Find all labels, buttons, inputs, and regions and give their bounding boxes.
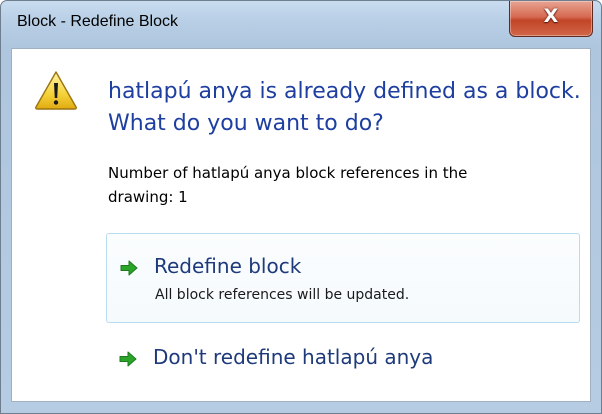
reference-count-line-1: Number of hatlapú anya block references … [108, 164, 468, 182]
dont-redefine-label: Don't redefine hatlapú anya [153, 345, 434, 369]
window-bottom-border [1, 402, 601, 413]
reference-count-line-2: drawing: 1 [108, 188, 188, 206]
dialog-content: hatlapú anya is already defined as a blo… [11, 48, 591, 402]
dialog-heading-line-1: hatlapú anya is already defined as a blo… [108, 79, 581, 104]
dont-redefine-option[interactable]: Don't redefine hatlapú anya [106, 335, 580, 383]
warning-icon [35, 71, 77, 110]
redefine-block-dialog: Block - Redefine Block X hatlapú anya is… [0, 0, 602, 414]
dialog-heading-line-2: What do you want to do? [108, 111, 384, 136]
redefine-block-option[interactable]: Redefine block All block references will… [106, 233, 580, 323]
green-arrow-icon [119, 351, 137, 367]
title-bar[interactable]: Block - Redefine Block X [1, 1, 601, 47]
window-title: Block - Redefine Block [17, 13, 178, 30]
close-icon: X [543, 5, 559, 27]
redefine-block-description: All block references will be updated. [155, 287, 410, 303]
redefine-block-label: Redefine block [154, 254, 302, 278]
close-button[interactable]: X [509, 1, 593, 37]
green-arrow-icon [120, 260, 138, 276]
